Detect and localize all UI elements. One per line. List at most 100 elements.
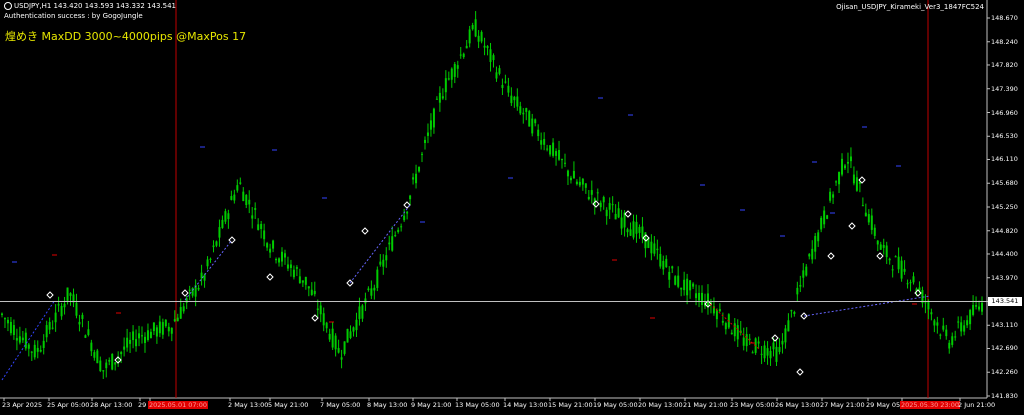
- candle-body: [248, 199, 251, 205]
- candle-body: [429, 120, 432, 130]
- candle-body: [680, 287, 683, 290]
- candle-body: [307, 286, 310, 289]
- candle-body: [266, 243, 269, 248]
- candle-body: [534, 119, 537, 124]
- time-label: 28 Apr 13:00: [90, 401, 133, 409]
- candle-body: [826, 215, 829, 219]
- trade-marker: [181, 289, 189, 297]
- trend-dotted: [803, 295, 931, 317]
- time-label: 14 May 13:00: [503, 401, 548, 409]
- candle-body: [93, 352, 96, 358]
- candle-body: [415, 173, 418, 184]
- candle-body: [820, 217, 823, 230]
- trade-marker: [624, 210, 632, 218]
- candle-body: [394, 235, 397, 237]
- candle-body: [456, 65, 459, 69]
- candle-body: [784, 328, 787, 343]
- candle-body: [513, 96, 516, 101]
- candle-body: [155, 327, 158, 337]
- price-chart[interactable]: [0, 0, 1024, 415]
- candle-body: [352, 327, 355, 332]
- candle-body: [483, 45, 486, 48]
- candle-body: [462, 53, 465, 58]
- candle-body: [692, 283, 695, 287]
- candle-body: [498, 68, 501, 74]
- candle-body: [334, 335, 337, 350]
- time-label: 2025.05.01 07:00: [148, 401, 209, 409]
- candle-body: [969, 310, 972, 325]
- candle-body: [254, 208, 257, 210]
- candle-body: [769, 350, 772, 359]
- candle-body: [501, 84, 504, 88]
- candle-body: [909, 282, 912, 284]
- candle-body: [90, 342, 93, 352]
- candle-body: [954, 336, 957, 338]
- candle-body: [343, 341, 346, 354]
- candle-body: [903, 268, 906, 272]
- candle-body: [504, 81, 507, 83]
- candle-body: [978, 306, 981, 310]
- candle-body: [465, 45, 468, 49]
- candle-body: [733, 323, 736, 337]
- candle-body: [531, 118, 534, 134]
- candle-body: [275, 258, 278, 261]
- candle-body: [453, 64, 456, 77]
- candle-body: [876, 240, 879, 245]
- candle-body: [260, 223, 263, 229]
- candle-body: [924, 302, 927, 304]
- candle-body: [221, 219, 224, 228]
- current-price-marker: 143.541: [988, 297, 1022, 307]
- candle-body: [939, 334, 942, 336]
- candle-body: [203, 274, 206, 281]
- time-label: 20 May 13:00: [638, 401, 683, 409]
- chart-window[interactable]: USDJPY,H1 143.420 143.593 143.332 143.54…: [0, 0, 1024, 415]
- candle-body: [775, 346, 778, 362]
- candle-body: [1, 313, 3, 315]
- price-label: 146.110: [991, 155, 1018, 164]
- candle-body: [146, 330, 149, 341]
- candle-body: [766, 348, 769, 356]
- candle-body: [435, 98, 438, 100]
- candle-body: [772, 342, 775, 350]
- candle-body: [936, 322, 939, 326]
- candle-body: [295, 267, 298, 269]
- candle-body: [942, 325, 945, 330]
- auth-status-line: Authentication success : by GogoJungle: [4, 12, 143, 20]
- candle-body: [385, 255, 388, 261]
- candle-body: [724, 323, 727, 330]
- price-label: 145.680: [991, 179, 1018, 188]
- candle-body: [698, 292, 701, 301]
- trade-marker: [403, 201, 411, 209]
- candle-body: [242, 191, 245, 202]
- candle-body: [662, 260, 665, 270]
- price-label: 147.820: [991, 60, 1018, 69]
- candle-body: [855, 177, 858, 191]
- candle-body: [325, 322, 328, 329]
- candle-body: [852, 174, 855, 184]
- candle-body: [87, 329, 90, 335]
- candle-body: [558, 150, 561, 160]
- candle-body: [471, 24, 474, 30]
- candle-body: [129, 339, 132, 344]
- candle-body: [945, 329, 948, 337]
- candle-body: [879, 244, 882, 250]
- candle-body: [543, 138, 546, 145]
- candle-body: [283, 253, 286, 258]
- candle-body: [611, 204, 614, 206]
- time-label: 15 May 21:00: [548, 401, 593, 409]
- time-label: 23 May 05:00: [730, 401, 775, 409]
- candle-body: [873, 227, 876, 236]
- time-label: 13 May 05:00: [455, 401, 500, 409]
- price-label: 146.960: [991, 108, 1018, 117]
- candle-body: [537, 129, 540, 137]
- candle-body: [701, 292, 704, 305]
- candle-body: [894, 256, 897, 258]
- candle-body: [3, 318, 6, 320]
- candle-body: [695, 293, 698, 299]
- candle-body: [948, 342, 951, 349]
- strategy-label: 煌めき MaxDD 3000~4000pips @MaxPos 17: [5, 30, 247, 43]
- candle-body: [120, 352, 123, 355]
- candle-body: [659, 253, 662, 267]
- candle-body: [179, 307, 182, 319]
- candle-body: [227, 213, 230, 220]
